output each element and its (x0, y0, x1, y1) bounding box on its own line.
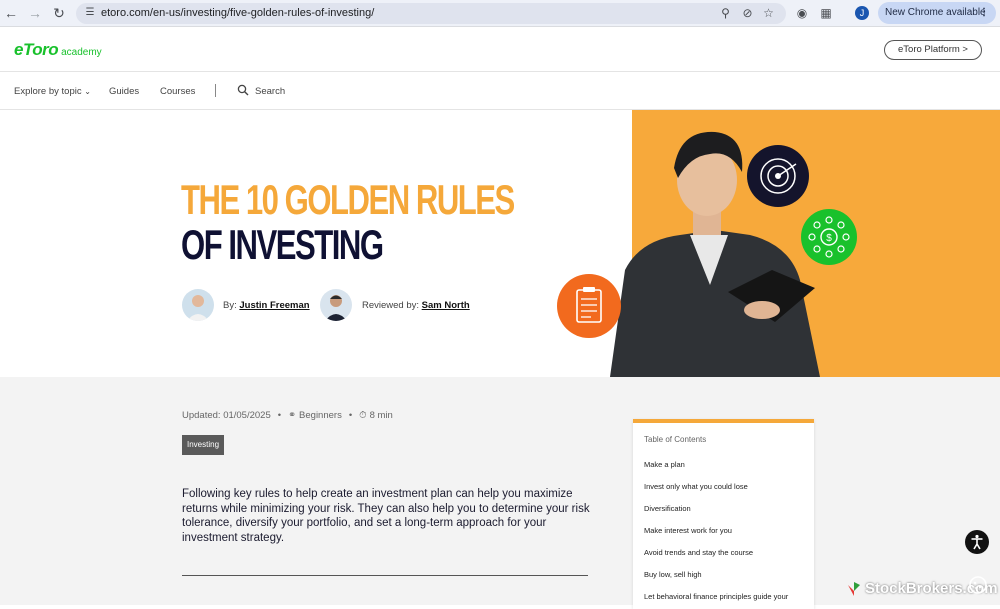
content-divider (182, 575, 588, 576)
toc-item[interactable]: Let behavioral finance principles guide … (644, 592, 788, 601)
profile-avatar[interactable]: J (855, 6, 869, 20)
etoro-academy-logo[interactable]: eToro academy (14, 40, 102, 60)
search-icon[interactable] (237, 84, 249, 96)
extensions-icon[interactable]: ▦ (818, 5, 834, 21)
reviewer-avatar (320, 289, 352, 321)
bookmark-star-icon[interactable]: ☆ (761, 6, 776, 21)
reviewer-link[interactable]: Sam North (422, 300, 470, 311)
chevron-down-icon: ⌄ (84, 87, 91, 96)
site-info-icon[interactable]: ☰ (84, 7, 96, 19)
read-time: 8 min (369, 410, 393, 421)
level-icon: ⚭ (288, 410, 297, 421)
reload-icon[interactable]: ↻ (51, 5, 67, 21)
by-label: By: (223, 300, 237, 311)
accessibility-icon (971, 534, 983, 550)
level-label: Beginners (299, 410, 342, 421)
table-of-contents: Table of Contents Make a plan Invest onl… (633, 419, 814, 609)
update-label: New Chrome available (885, 7, 986, 18)
reviewed-label: Reviewed by: (362, 300, 420, 311)
article-meta: Updated: 01/05/2025 • ⚭ Beginners • ⏱ 8 … (182, 410, 393, 421)
toc-item[interactable]: Buy low, sell high (644, 570, 702, 579)
site-nav: Explore by topic ⌄ Guides Courses Search (0, 73, 1000, 110)
cookie-settings-icon[interactable] (968, 575, 988, 595)
dollar-network-icon: $ (801, 209, 857, 265)
chrome-update-button[interactable]: New Chrome available ⋮ (878, 2, 996, 24)
accessibility-button[interactable] (965, 530, 989, 554)
menu-dots-icon[interactable]: ⋮ (979, 2, 989, 24)
svg-text:$: $ (826, 233, 832, 244)
reviewer-byline: Reviewed by: Sam North (362, 300, 470, 311)
etoro-platform-button[interactable]: eToro Platform > (884, 40, 982, 60)
meta-separator: • (348, 410, 353, 421)
author-avatar (182, 289, 214, 321)
camera-icon[interactable]: ◉ (794, 5, 810, 21)
hero-title-line2: OF INVESTING (181, 221, 384, 268)
meta-separator: • (277, 410, 282, 421)
toc-item[interactable]: Avoid trends and stay the course (644, 548, 753, 557)
nav-search[interactable]: Search (255, 86, 285, 97)
nav-guides[interactable]: Guides (109, 86, 139, 97)
clipboard-icon (557, 274, 621, 338)
forward-icon[interactable]: → (27, 5, 43, 21)
eye-off-icon[interactable]: ⊘ (740, 6, 755, 21)
toc-item[interactable]: Make a plan (644, 460, 685, 469)
updated-date: Updated: 01/05/2025 (182, 410, 271, 421)
toc-title: Table of Contents (644, 435, 707, 444)
browser-toolbar: ← → ↻ ☰ etoro.com/en-us/investing/five-g… (0, 0, 1000, 27)
logo-sub: academy (61, 47, 102, 58)
toc-item[interactable]: Make interest work for you (644, 526, 732, 535)
stockbrokers-logo-icon (848, 581, 860, 596)
target-icon (747, 145, 809, 207)
topic-tag[interactable]: Investing (182, 435, 225, 455)
url-text[interactable]: etoro.com/en-us/investing/five-golden-ru… (101, 7, 374, 19)
back-icon[interactable]: ← (3, 5, 19, 21)
nav-explore-label: Explore by topic (14, 86, 82, 97)
nav-divider (215, 84, 216, 97)
clock-icon: ⏱ (359, 410, 367, 421)
toc-item[interactable]: Invest only what you could lose (644, 482, 748, 491)
nav-explore-by-topic[interactable]: Explore by topic ⌄ (14, 86, 91, 97)
hero-title-line1: THE 10 GOLDEN RULES (181, 176, 515, 223)
author-byline: By: Justin Freeman (223, 300, 310, 311)
article-hero: THE 10 GOLDEN RULES OF INVESTING By: Jus… (0, 110, 1000, 377)
toc-item[interactable]: Diversification (644, 504, 691, 513)
address-bar[interactable]: ☰ etoro.com/en-us/investing/five-golden-… (76, 3, 786, 24)
author-link[interactable]: Justin Freeman (239, 300, 309, 311)
article-intro: Following key rules to help create an in… (182, 488, 590, 544)
site-header: eToro academy eToro Platform > (0, 28, 1000, 72)
nav-courses[interactable]: Courses (160, 86, 195, 97)
logo-brand: eToro (14, 40, 59, 59)
article-body: Updated: 01/05/2025 • ⚭ Beginners • ⏱ 8 … (0, 377, 1000, 609)
zoom-icon[interactable]: ⚲ (718, 6, 733, 21)
